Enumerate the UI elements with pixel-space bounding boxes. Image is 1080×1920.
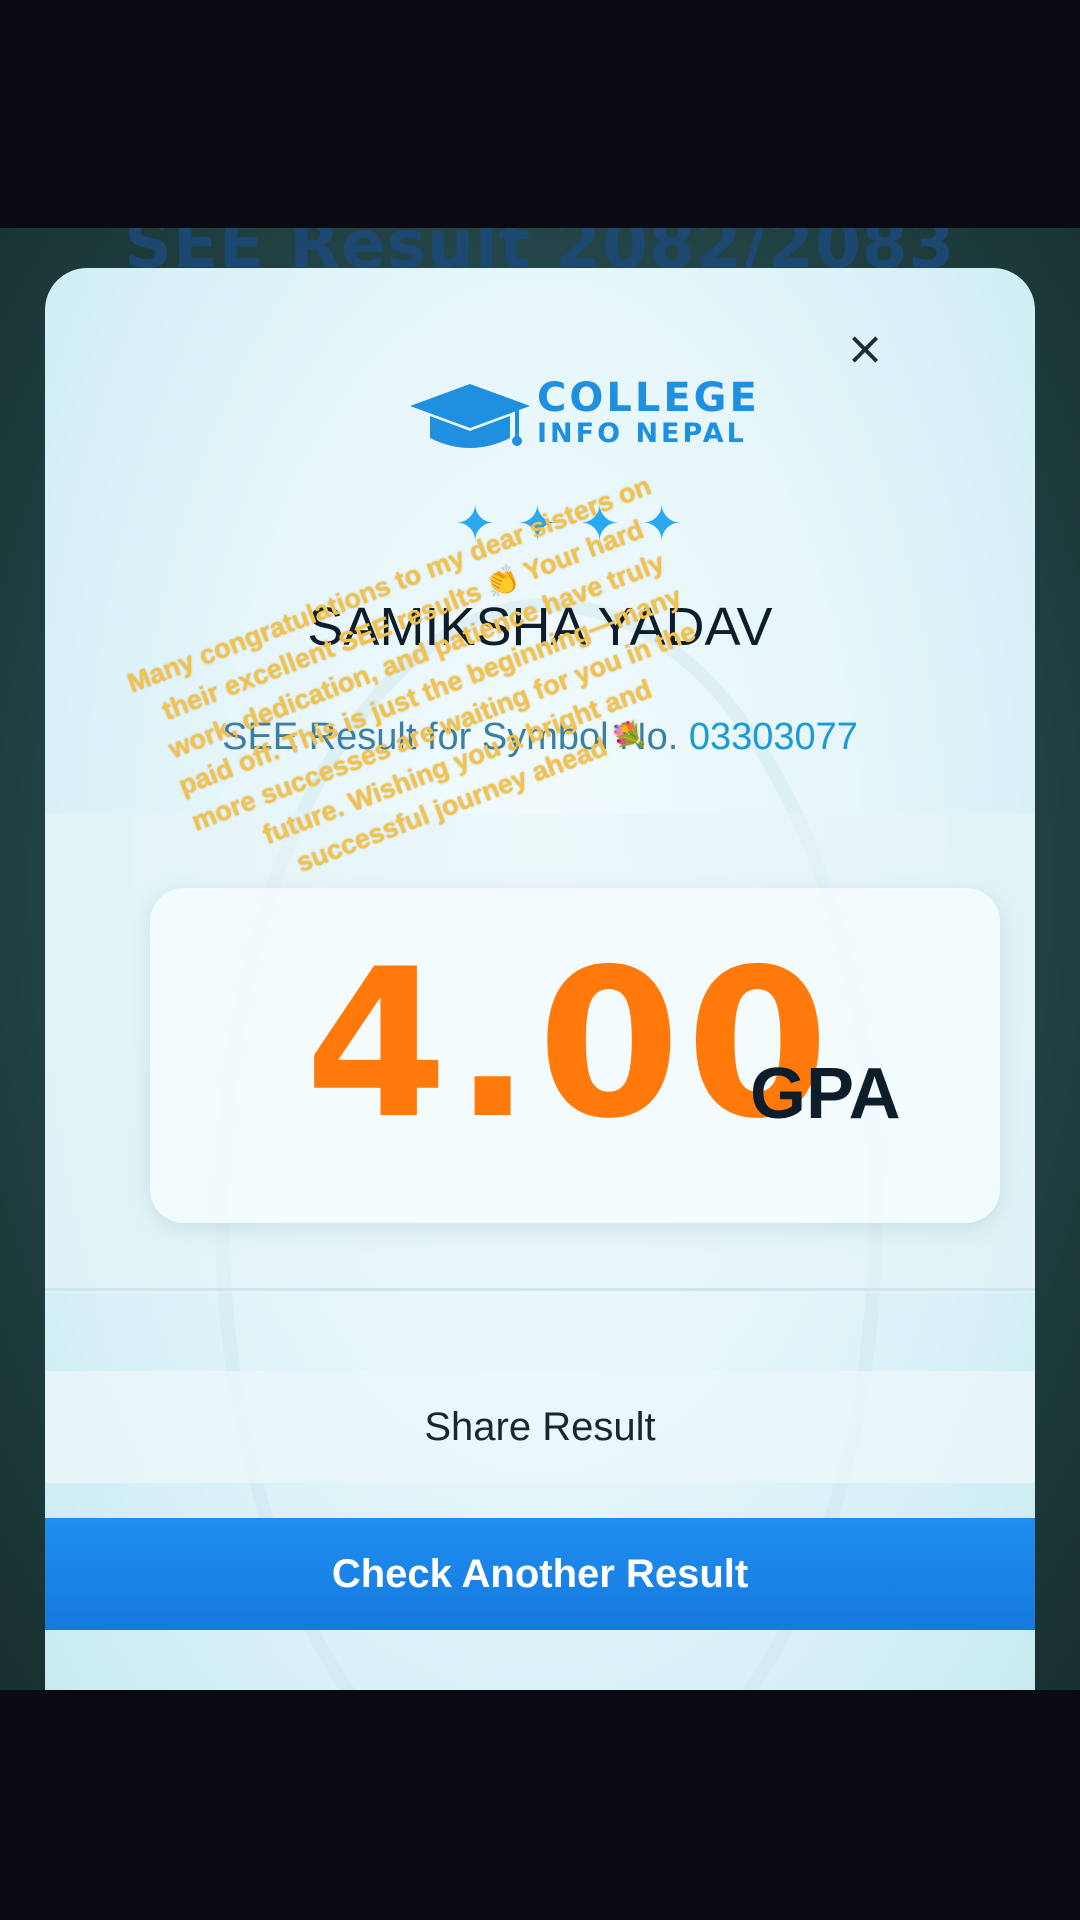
logo-line-1: COLLEGE bbox=[537, 375, 760, 421]
logo-line-2: INFO NEPAL bbox=[537, 418, 747, 449]
gpa-card: 4.00 GPA bbox=[150, 888, 1000, 1223]
divider bbox=[45, 1288, 1035, 1291]
check-another-result-button[interactable]: Check Another Result bbox=[45, 1518, 1035, 1630]
graduation-cap-icon bbox=[410, 384, 530, 448]
college-info-nepal-logo: COLLEGE INFO NEPAL bbox=[405, 376, 765, 466]
close-icon[interactable]: × bbox=[835, 318, 895, 378]
app-screen: SEE Result 2082/2083 × COLLEGE INFO NEPA… bbox=[0, 228, 1080, 1690]
share-result-button[interactable]: Share Result bbox=[45, 1371, 1035, 1483]
result-modal: × COLLEGE INFO NEPAL ✦✦✦✦ SAMIKSHA YADAV… bbox=[45, 268, 1035, 1690]
gpa-unit: GPA bbox=[750, 1054, 901, 1134]
